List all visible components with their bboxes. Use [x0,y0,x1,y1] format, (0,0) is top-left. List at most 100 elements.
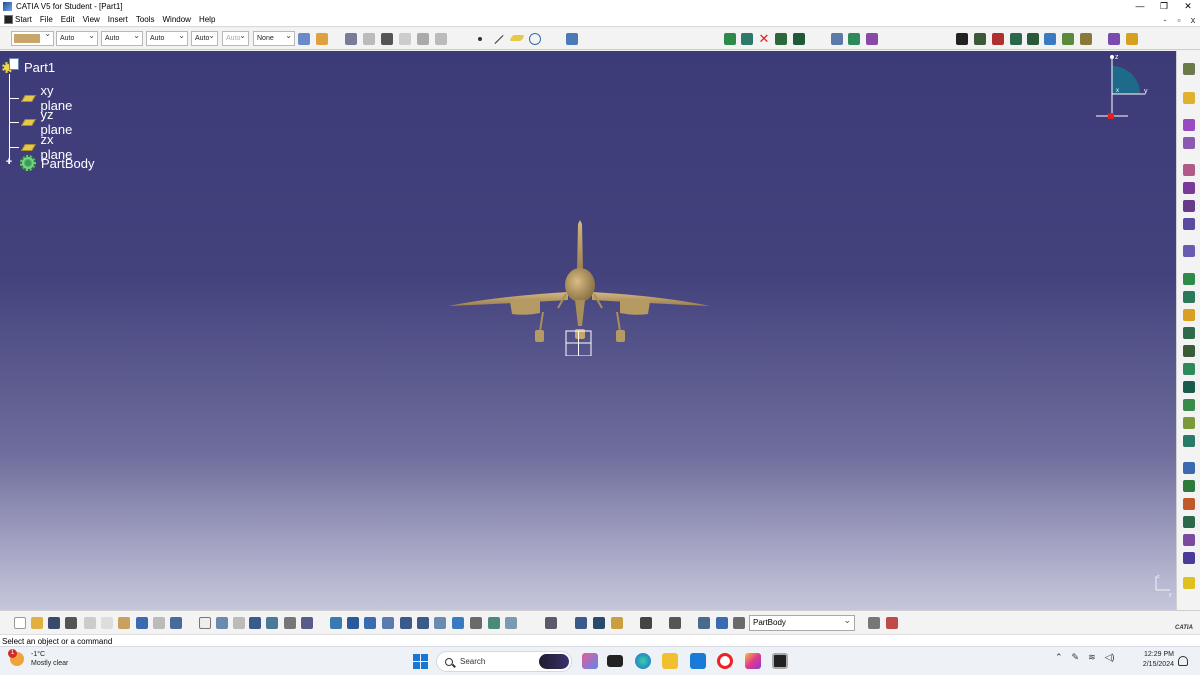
menu-edit[interactable]: Edit [59,15,81,24]
opera-icon[interactable] [717,653,733,669]
store-icon[interactable] [690,653,706,669]
catalog-browser-icon[interactable] [669,617,681,629]
circ-pattern-icon[interactable] [1183,435,1195,447]
work-object-icon[interactable] [716,617,728,629]
maximize-button[interactable]: ❐ [1152,0,1176,13]
table-grid-icon[interactable] [249,617,261,629]
render-icon[interactable] [1108,33,1120,45]
menu-help[interactable]: Help [197,15,221,24]
formula-fx-icon[interactable] [199,617,211,629]
color-selector[interactable] [11,29,54,46]
menu-file[interactable]: File [38,15,59,24]
symmetry-icon[interactable] [1183,381,1195,393]
rendering-style-combo[interactable]: Auto [222,29,249,46]
compass-widget[interactable]: z y x [1090,51,1160,123]
print-icon[interactable] [65,617,77,629]
shaft-icon[interactable] [775,33,787,45]
grid-icon[interactable] [399,33,411,45]
properties-icon[interactable] [316,33,328,45]
task-view-icon[interactable] [607,655,623,667]
measure-between-icon[interactable] [545,617,557,629]
line-type-combo[interactable]: Auto [146,29,188,46]
normal-view-icon[interactable] [434,617,446,629]
widgets-icon[interactable] [582,653,598,669]
current-body-select[interactable]: PartBody [749,613,855,631]
filter-icon[interactable] [233,617,245,629]
scaling-icon[interactable] [1183,462,1195,474]
doc-restore-button[interactable]: ▫ [1172,13,1186,27]
sketch-analysis-icon[interactable] [566,33,578,45]
taskbar-search[interactable]: Search [436,651,572,672]
update-icon[interactable] [848,33,860,45]
rotation-icon[interactable] [1183,363,1195,375]
fly-mode-icon[interactable] [330,617,342,629]
snap-icon[interactable] [698,617,710,629]
fillet-icon[interactable] [1183,164,1195,176]
rotate-icon[interactable] [831,33,843,45]
sew-surface-icon[interactable] [1183,327,1195,339]
file-explorer-icon[interactable] [662,653,678,669]
point-icon[interactable] [478,37,482,41]
pad-icon[interactable] [724,33,736,45]
zoom-in-icon[interactable] [400,617,412,629]
menu-window[interactable]: Window [161,15,197,24]
split-icon[interactable] [1183,273,1195,285]
image-icon[interactable] [417,33,429,45]
remove-icon[interactable]: ✕ [758,32,770,45]
cut-icon[interactable] [84,617,96,629]
tree-node-partbody[interactable]: PartBody [20,155,94,171]
axis-system-icon[interactable] [866,33,878,45]
flask-icon[interactable] [611,617,623,629]
knowledge-icon[interactable] [1044,33,1056,45]
painter-icon[interactable] [298,33,310,45]
redo-icon[interactable] [153,617,165,629]
tree-icon[interactable] [266,617,278,629]
point-type-combo[interactable]: Auto [191,29,218,46]
weather-widget[interactable]: 1 -1°C Mostly clear [8,649,68,668]
magnifier-icon[interactable] [435,33,447,45]
zoom-out-icon[interactable] [417,617,429,629]
sheet-icon[interactable] [363,33,375,45]
close-button[interactable]: ✕ [1176,0,1200,13]
table-icon[interactable] [381,33,393,45]
comment-icon[interactable] [216,617,228,629]
measure-item-icon[interactable] [575,617,587,629]
circle-icon[interactable] [529,33,541,45]
instagram-icon[interactable] [745,653,761,669]
expand-icon[interactable]: + [4,157,14,168]
notification-bell-icon[interactable] [1178,656,1188,666]
show-hidden-icon[interactable]: ⌃ [1055,652,1063,663]
mirror-icon[interactable] [1183,399,1195,411]
menu-tools[interactable]: Tools [134,15,161,24]
menu-start[interactable]: Start [0,15,38,24]
scan-icon[interactable] [868,617,880,629]
copy-icon[interactable] [101,617,113,629]
thickness-icon[interactable] [1183,245,1195,257]
copilot-icon[interactable] [539,654,569,669]
close-surface-icon[interactable] [1183,309,1195,321]
layer-combo[interactable]: None [253,29,295,46]
line-thickness-combo[interactable]: Auto [101,29,143,46]
measure-icon[interactable] [974,33,986,45]
new-icon[interactable] [14,617,26,629]
3d-viewport[interactable]: Part1 xy plane yz plane zx plane + PartB… [0,51,1176,610]
doc-close-button[interactable]: x [1186,13,1200,27]
catalog-icon[interactable] [345,33,357,45]
hide-show-icon[interactable] [488,617,500,629]
save-icon[interactable] [48,617,60,629]
translation-icon[interactable] [1183,345,1195,357]
tree-node-part[interactable]: Part1 [2,58,55,76]
parameters-icon[interactable] [301,617,313,629]
apply-material-icon[interactable] [1183,577,1195,589]
material-icon[interactable] [1126,33,1138,45]
compass-top-handle[interactable] [1110,55,1114,59]
pocket-feature-icon[interactable] [1183,137,1195,149]
select-icon[interactable] [1183,92,1195,104]
lock-icon[interactable] [284,617,296,629]
clock[interactable]: 12:29 PM 2/15/2024 [1134,650,1174,670]
whats-this-icon[interactable] [170,617,182,629]
undo-icon[interactable] [136,617,148,629]
define-in-work-icon[interactable] [733,617,745,629]
reorder-icon[interactable] [886,617,898,629]
fit-all-icon[interactable] [347,617,359,629]
